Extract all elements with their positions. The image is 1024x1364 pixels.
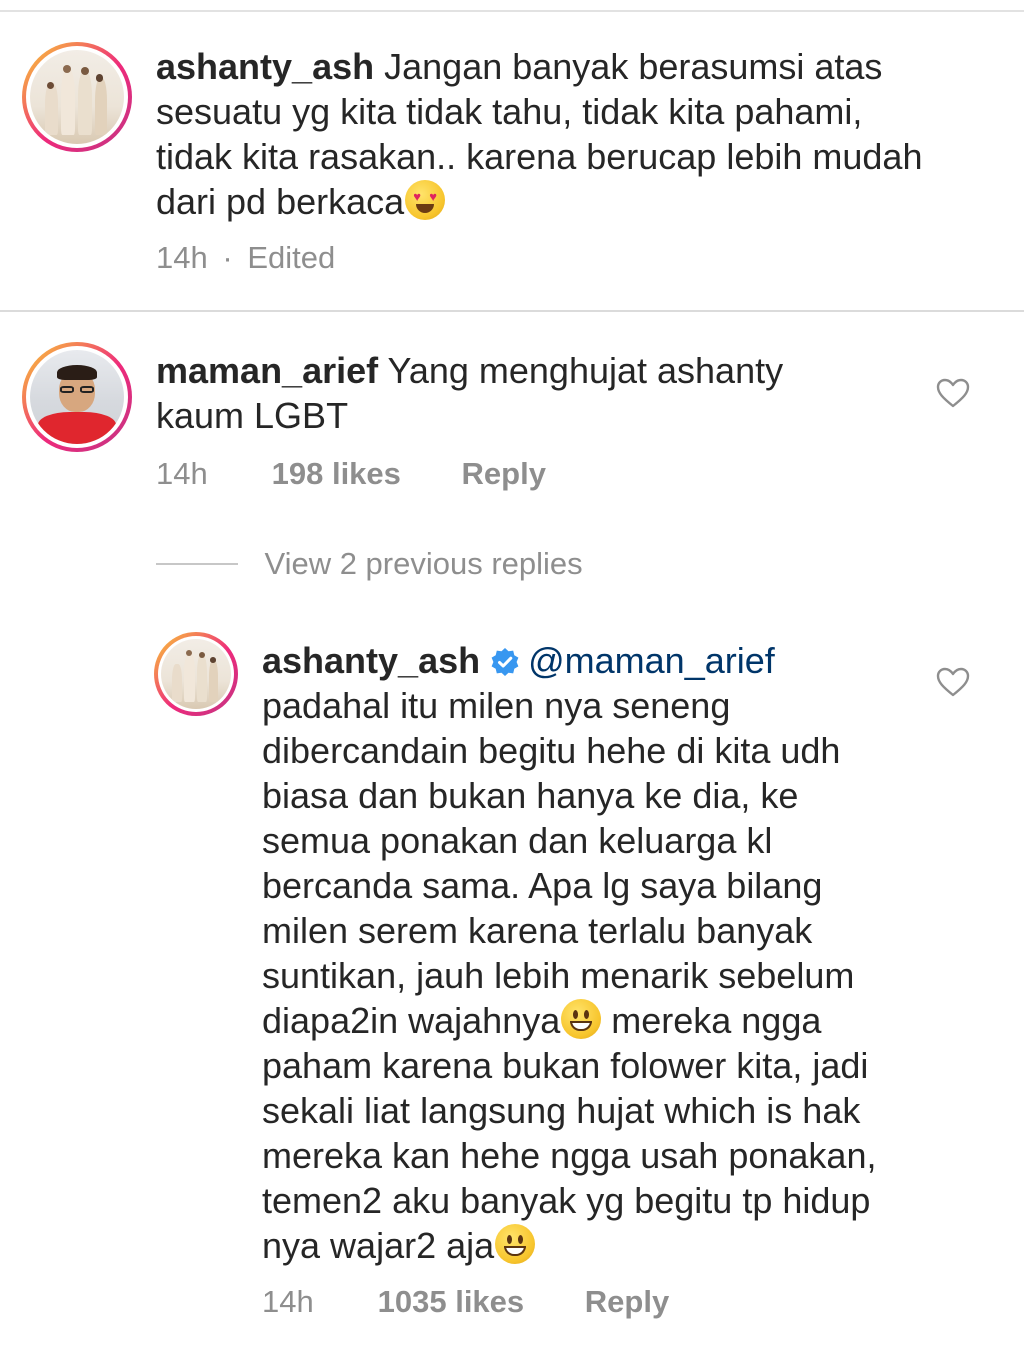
verified-badge-icon — [491, 648, 519, 676]
comment-username[interactable]: maman_arief — [156, 350, 378, 391]
reply-meta: 14h 1035 likes Reply — [262, 1284, 669, 1320]
reply-username[interactable]: ashanty_ash — [262, 640, 480, 681]
comment-meta: 14h 198 likes Reply — [156, 456, 546, 492]
comment-likes[interactable]: 198 likes — [272, 456, 401, 492]
caption-text: ashanty_ash Jangan banyak berasumsi atas… — [156, 44, 946, 224]
view-replies-label[interactable]: View 2 previous replies — [264, 546, 582, 582]
avatar-ashanty-ash-reply[interactable] — [154, 632, 238, 716]
heart-eyes-emoji-icon: ♥ ♥ — [405, 180, 446, 220]
grinning-face-emoji-icon — [495, 1224, 536, 1264]
caption-edited: Edited — [247, 240, 336, 275]
comment-text: maman_arief Yang menghujat ashanty kaum … — [156, 348, 836, 438]
family-photo — [30, 50, 124, 144]
replies-line — [156, 563, 238, 565]
heart-outline-icon[interactable] — [936, 378, 970, 408]
grinning-face-emoji-icon — [561, 999, 602, 1039]
family-photo — [161, 639, 231, 709]
reply-mention[interactable]: @maman_arief — [528, 640, 775, 681]
avatar-maman-arief[interactable] — [22, 342, 132, 452]
reply-time: 14h — [262, 1284, 314, 1319]
caption-time: 14h — [156, 240, 208, 275]
reply-text: ashanty_ash @maman_arief padahal itu mil… — [262, 638, 902, 1268]
avatar-ashanty-ash[interactable] — [22, 42, 132, 152]
caption-separator: · — [222, 240, 233, 275]
comment-time: 14h — [156, 456, 208, 491]
post-caption: ashanty_ash Jangan banyak berasumsi atas… — [0, 12, 1024, 312]
reply-likes[interactable]: 1035 likes — [378, 1284, 525, 1320]
reply-body-part1: padahal itu milen nya seneng dibercandai… — [262, 685, 855, 1041]
comment-reply-button[interactable]: Reply — [462, 456, 546, 492]
heart-outline-icon[interactable] — [936, 667, 970, 697]
reply-reply-button[interactable]: Reply — [585, 1284, 669, 1320]
caption-meta: 14h · Edited — [156, 240, 335, 276]
top-divider — [0, 0, 1024, 12]
profile-photo — [30, 350, 124, 444]
view-previous-replies[interactable]: View 2 previous replies — [156, 546, 583, 586]
caption-username[interactable]: ashanty_ash — [156, 46, 374, 87]
